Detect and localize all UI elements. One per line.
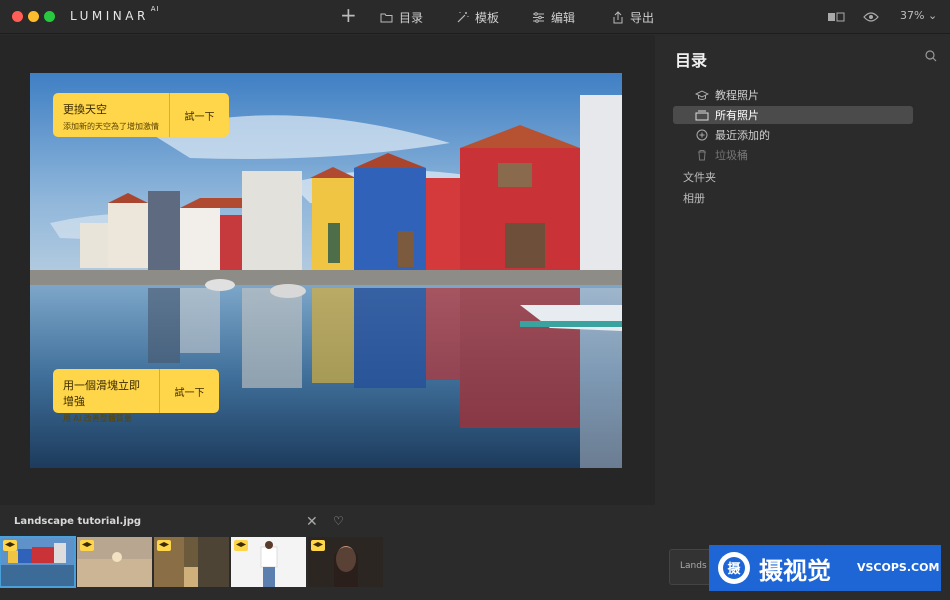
folder-icon [380,13,393,22]
graduation-cap-icon [311,540,325,551]
export-tab-label: 导出 [630,10,655,25]
graduation-cap-icon [3,540,17,551]
magic-wand-icon [457,12,469,23]
current-filename: Landscape tutorial.jpg [14,516,142,527]
thumbnail[interactable] [0,536,76,588]
templates-tab[interactable]: 模板 [456,8,499,26]
trash-icon [698,150,706,161]
sidebar-item-recently-added[interactable]: 最近添加的 [673,126,913,144]
graduation-cap-icon [234,540,248,551]
sidebar-item-label: 最近添加的 [715,129,770,142]
templates-tab-label: 模板 [475,10,500,25]
title-bar: LUMINAR AI + 目录 模板 编辑 导出 37% ⌄ [0,0,950,34]
sliders-icon [533,11,544,23]
sidebar-item-label: 所有照片 [715,109,759,122]
edit-tab-label: 编辑 [551,10,576,25]
watermark-text-en: VSCOPS.COM [857,561,940,574]
thumbnail[interactable] [308,537,383,587]
promo-subtitle: 添加新的天空為了增加激情 [63,122,159,131]
svg-text:摄: 摄 [727,561,741,577]
minimize-window-button[interactable] [28,11,39,22]
close-window-button[interactable] [12,11,23,22]
heart-icon[interactable]: ♡ [333,514,344,528]
catalog-panel: 目录 教程照片 所有照片 最近添加的 垃圾桶 文件夹 相册 Lands [655,35,950,600]
eye-icon[interactable] [863,11,879,23]
catalog-tab[interactable]: 目录 [380,8,423,26]
graduation-cap-icon [157,540,171,551]
sidebar-item-tutorial-photos[interactable]: 教程照片 [673,86,913,104]
image-canvas: 更換天空 添加新的天空為了增加激情 試一下 用一個滑塊立即增強 用 AI 改善整… [0,35,655,505]
zoom-dropdown[interactable]: 37% ⌄ [900,9,937,22]
watermark-text-cn: 摄视觉 [759,557,831,585]
search-icon[interactable] [925,50,937,62]
add-photos-button[interactable]: + [340,5,357,25]
watermark: 摄 摄视觉 VSCOPS.COM [709,545,941,591]
export-tab[interactable]: 导出 [612,8,654,26]
thumbnail[interactable] [154,537,229,587]
catalog-tab-label: 目录 [399,10,424,25]
sidebar-item-all-photos[interactable]: 所有照片 [673,106,913,124]
plus-circle-icon [696,129,708,141]
graduation-cap-icon [695,89,709,100]
sidebar-item-label: 教程照片 [715,89,759,102]
albums-section[interactable]: 相册 [683,190,705,206]
sidebar-item-label: 垃圾桶 [715,149,748,162]
photos-stack-icon [695,110,709,120]
compare-view-icon[interactable] [827,11,845,23]
promo-subtitle: 用 AI 改善整體質量 [63,414,132,423]
edit-tab[interactable]: 编辑 [532,8,575,26]
enhance-promo: 用一個滑塊立即增強 用 AI 改善整體質量 試一下 [53,369,219,423]
graduation-cap-icon [80,540,94,551]
thumbnail[interactable] [77,537,152,587]
watermark-logo: 摄 [718,552,750,584]
thumbnail[interactable] [231,537,306,587]
try-enhance-button[interactable]: 試一下 [160,369,219,413]
close-icon[interactable]: ✕ [306,514,318,530]
panel-title: 目录 [675,51,708,70]
share-icon [613,10,623,23]
zoom-window-button[interactable] [44,11,55,22]
try-sky-button[interactable]: 試一下 [170,93,229,137]
promo-title: 用一個滑塊立即增強 [63,379,140,408]
sidebar-item-trash[interactable]: 垃圾桶 [673,146,913,164]
promo-title: 更換天空 [63,103,107,116]
app-logo: LUMINAR AI [70,5,160,23]
folders-section[interactable]: 文件夹 [683,169,716,185]
replace-sky-promo: 更換天空 添加新的天空為了增加激情 試一下 [53,93,229,137]
